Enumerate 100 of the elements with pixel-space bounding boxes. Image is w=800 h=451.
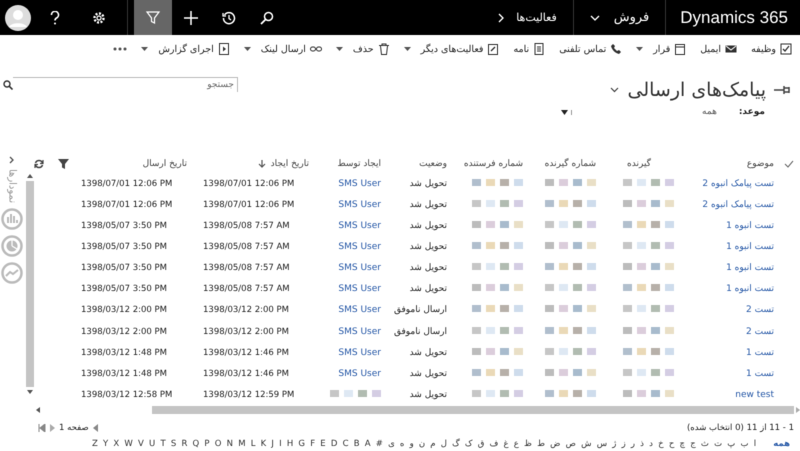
- letter-filter[interactable]: O: [214, 439, 222, 449]
- column-header[interactable]: ایجاد توسط: [313, 158, 385, 169]
- column-header[interactable]: تاریخ ارسال: [75, 158, 195, 169]
- letter-filter[interactable]: #: [376, 439, 383, 449]
- user-link[interactable]: SMS User: [313, 326, 385, 337]
- letter-filter[interactable]: N: [226, 439, 233, 449]
- first-page-icon[interactable]: [38, 424, 46, 432]
- command-button[interactable]: ارسال لینک: [244, 43, 322, 55]
- letter-filter[interactable]: خ: [658, 439, 664, 449]
- command-button[interactable]: فعالیت‌های دیگر: [404, 43, 500, 55]
- command-button[interactable]: نامه: [513, 43, 546, 55]
- more-icon[interactable]: [113, 47, 128, 51]
- letter-filter[interactable]: T: [160, 439, 166, 449]
- letter-filter[interactable]: ف: [490, 439, 498, 449]
- letter-filter[interactable]: س: [596, 439, 608, 449]
- letter-filter[interactable]: ت: [714, 439, 722, 449]
- letter-filter[interactable]: ن: [418, 439, 426, 449]
- next-page-icon[interactable]: [92, 424, 98, 432]
- command-button[interactable]: وظیفه: [751, 43, 792, 55]
- command-button[interactable]: حذف: [336, 43, 390, 55]
- column-header[interactable]: موضوع: [678, 158, 778, 169]
- letter-filter[interactable]: ق: [478, 439, 484, 449]
- letter-filter[interactable]: ط: [537, 439, 545, 449]
- select-all-icon[interactable]: [784, 160, 794, 168]
- letter-filter[interactable]: و: [410, 439, 414, 449]
- letter-filter[interactable]: ک: [464, 439, 473, 449]
- command-button[interactable]: اجرای گزارش: [141, 43, 230, 55]
- letter-filter[interactable]: R: [181, 439, 188, 449]
- letter-filter[interactable]: ث: [700, 439, 709, 449]
- letter-filter[interactable]: ع: [514, 439, 519, 449]
- user-link[interactable]: SMS User: [313, 348, 385, 358]
- command-button[interactable]: قرار: [636, 43, 686, 55]
- column-header[interactable]: شماره گیرنده: [527, 158, 600, 169]
- scroll-up-icon[interactable]: [26, 174, 33, 178]
- letter-filter[interactable]: K: [260, 439, 266, 449]
- letter-filter[interactable]: B: [354, 439, 360, 449]
- letter-filter[interactable]: ظ: [524, 439, 532, 449]
- letter-filter[interactable]: J: [271, 439, 274, 449]
- subject-link[interactable]: تست انبوه 1: [678, 263, 778, 274]
- subject-link[interactable]: تست 1: [678, 368, 778, 379]
- letter-filter[interactable]: همه: [773, 439, 790, 449]
- subject-link[interactable]: تست پیامک انبوه 2: [678, 200, 778, 210]
- refresh-icon[interactable]: [34, 158, 44, 169]
- letter-filter[interactable]: I: [279, 439, 282, 449]
- letter-filter[interactable]: ل: [440, 439, 447, 449]
- letter-filter[interactable]: ص: [566, 439, 576, 449]
- letter-filter[interactable]: چ: [680, 439, 685, 449]
- letter-filter[interactable]: ش: [581, 439, 592, 449]
- column-header[interactable]: وضعیت: [385, 158, 451, 169]
- letter-filter[interactable]: د: [649, 439, 653, 449]
- user-link[interactable]: SMS User: [313, 284, 385, 294]
- area-menu[interactable]: فروش: [580, 10, 660, 25]
- letter-filter[interactable]: پ: [727, 439, 736, 449]
- subject-link[interactable]: تست 2: [678, 305, 778, 316]
- user-link[interactable]: SMS User: [313, 368, 385, 379]
- chevron-down-icon[interactable]: [610, 87, 620, 93]
- letter-filter[interactable]: گ: [452, 439, 460, 449]
- letter-filter[interactable]: E: [320, 439, 326, 449]
- section-menu[interactable]: فعالیت‌ها: [488, 11, 567, 24]
- letter-filter[interactable]: ژ: [612, 439, 616, 449]
- column-header[interactable]: تاریخ ایجاد: [195, 158, 313, 169]
- subject-link[interactable]: تست انبوه 1: [678, 221, 778, 232]
- user-link[interactable]: SMS User: [313, 221, 385, 232]
- letter-filter[interactable]: D: [330, 439, 338, 449]
- letter-filter[interactable]: W: [124, 439, 133, 449]
- letter-filter[interactable]: C: [342, 439, 349, 449]
- letter-filter[interactable]: ح: [668, 439, 674, 449]
- user-link[interactable]: SMS User: [313, 305, 385, 316]
- user-link[interactable]: SMS User: [313, 200, 385, 210]
- vertical-scrollbar[interactable]: [25, 174, 34, 394]
- letter-filter[interactable]: ه: [400, 439, 404, 449]
- subject-link[interactable]: new test: [678, 390, 778, 400]
- user-link[interactable]: SMS User: [313, 263, 385, 274]
- subject-link[interactable]: تست 1: [678, 348, 778, 358]
- letter-filter[interactable]: Q: [192, 439, 200, 449]
- subject-link[interactable]: تست انبوه 1: [678, 242, 778, 252]
- letter-filter[interactable]: V: [138, 439, 144, 449]
- letter-filter[interactable]: ی: [388, 439, 395, 449]
- letter-filter[interactable]: غ: [504, 439, 509, 449]
- search-icon[interactable]: [3, 80, 13, 90]
- command-button[interactable]: تماس تلفنی: [559, 43, 622, 55]
- letter-filter[interactable]: Z: [92, 439, 98, 449]
- letter-filter[interactable]: ض: [550, 439, 560, 449]
- letter-filter[interactable]: ب: [740, 439, 748, 449]
- subject-link[interactable]: تست 2: [678, 326, 778, 337]
- letter-filter[interactable]: ذ: [640, 439, 644, 449]
- letter-filter[interactable]: S: [170, 439, 176, 449]
- subject-link[interactable]: تست پیامک انبوه 2: [678, 178, 778, 189]
- letter-filter[interactable]: م: [430, 439, 436, 449]
- letter-filter[interactable]: F: [310, 439, 316, 449]
- horizontal-scrollbar[interactable]: [34, 405, 800, 416]
- letter-filter[interactable]: M: [238, 439, 246, 449]
- letter-filter[interactable]: G: [298, 439, 306, 449]
- chevron-right-icon[interactable]: [9, 156, 16, 164]
- scroll-down-icon[interactable]: [26, 390, 33, 394]
- search-field[interactable]: جستجو: [13, 77, 238, 92]
- letter-filter[interactable]: U: [149, 439, 156, 449]
- funnel-icon[interactable]: [134, 0, 172, 35]
- scroll-left-icon[interactable]: [36, 407, 40, 414]
- user-link[interactable]: SMS User: [313, 178, 385, 189]
